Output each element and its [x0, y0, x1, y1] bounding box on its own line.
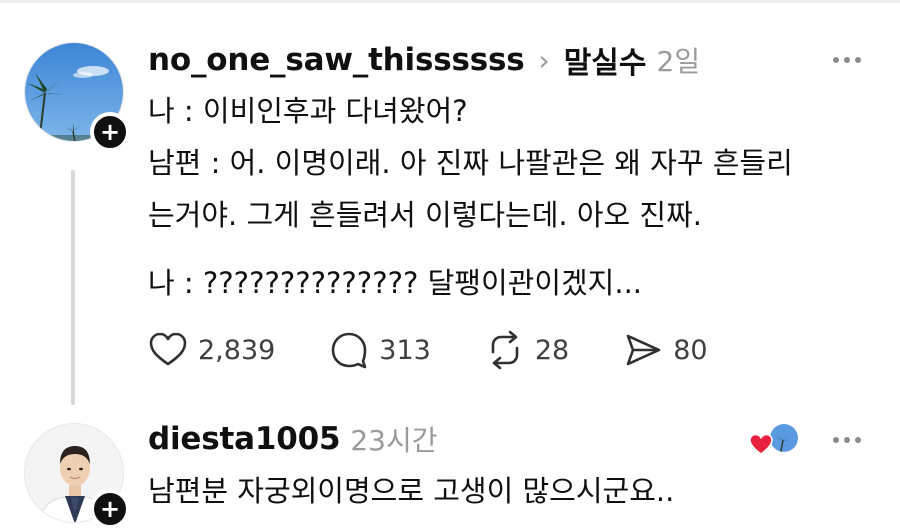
follow-button[interactable]: +	[90, 489, 130, 529]
more-dots-icon[interactable]	[833, 57, 861, 63]
like-count: 2,839	[198, 334, 276, 366]
plus-icon: +	[99, 118, 121, 146]
post-line-3: 는거야. 그게 흔들려서 이렇다는데. 아오 진짜.	[148, 198, 702, 232]
red-heart-icon	[749, 433, 773, 455]
post-line-2: 남편 : 어. 이명이래. 아 진짜 나팔관은 왜 자꾸 흔들리	[148, 146, 793, 180]
follow-button[interactable]: +	[90, 112, 130, 152]
post-header: no_one_saw_thissssss › 말실수 2일	[148, 38, 701, 82]
post-avatar-wrap[interactable]: +	[24, 42, 130, 152]
post-line-4: 나 : ?????????????? 달팽이관이겠지...	[148, 266, 643, 300]
chevron-right-icon: ›	[538, 43, 550, 77]
post-time: 2일	[656, 45, 701, 78]
reply-time: 23시간	[350, 424, 438, 457]
repost-arrows-icon	[491, 330, 519, 370]
comment-button[interactable]: 313	[329, 330, 431, 370]
reply-to-topic[interactable]: 말실수	[564, 38, 647, 82]
comment-count: 313	[379, 334, 431, 366]
share-button[interactable]: 80	[623, 330, 708, 370]
speech-bubble-icon	[331, 332, 367, 369]
reply-header: diesta1005 23시간	[148, 419, 437, 459]
reply-username[interactable]: diesta1005	[148, 421, 341, 457]
top-divider	[0, 0, 900, 3]
reply-text: 남편분 자궁외이명으로 고생이 많으시군요..	[148, 474, 675, 508]
share-count: 80	[673, 334, 708, 366]
post-username[interactable]: no_one_saw_thissssss	[148, 42, 525, 78]
thread-line	[71, 170, 75, 405]
post-line-1: 나 : 이비인후과 다녀왔어?	[148, 94, 468, 128]
repost-count: 28	[534, 334, 570, 366]
liked-by-author-indicator	[748, 422, 800, 458]
plus-icon: +	[99, 495, 121, 523]
more-dots-icon[interactable]	[833, 437, 861, 443]
post-actions: 2,839 313 28 80	[148, 330, 762, 370]
repost-button[interactable]: 28	[485, 330, 569, 370]
like-button[interactable]: 2,839	[148, 330, 275, 370]
reply-avatar-wrap[interactable]: +	[24, 423, 130, 529]
send-icon	[626, 334, 661, 366]
heart-outline-icon	[149, 332, 187, 366]
